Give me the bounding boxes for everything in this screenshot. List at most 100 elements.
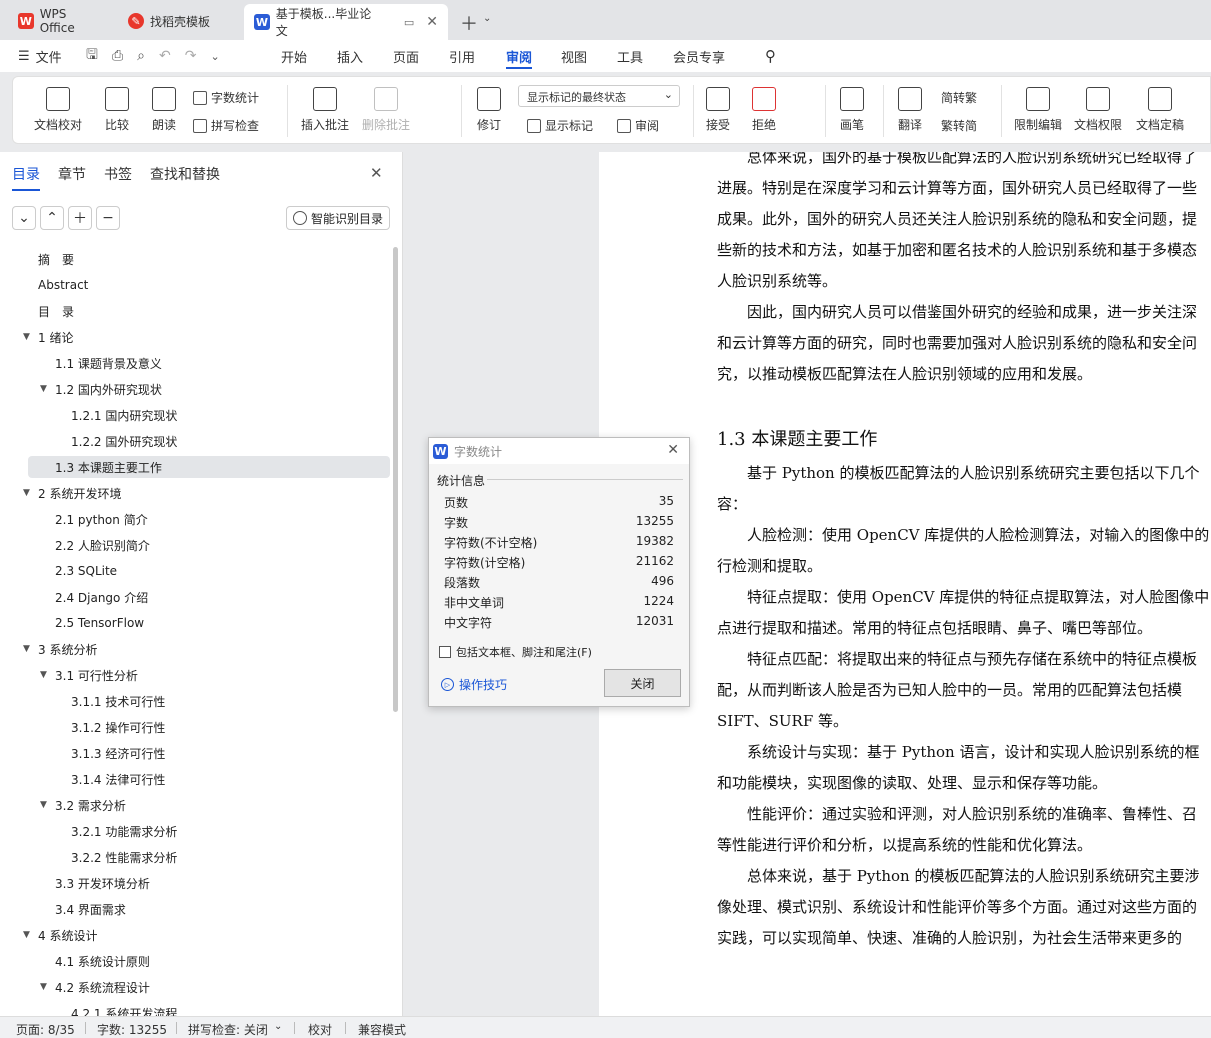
- output-icon[interactable]: ⎙: [112, 48, 123, 64]
- spell-check-status[interactable]: 拼写检查: 关闭: [188, 1021, 268, 1038]
- expand-arrow-icon[interactable]: ▼: [23, 332, 30, 342]
- delete-comment-button[interactable]: 删除批注: [359, 87, 413, 133]
- proofread-status[interactable]: 校对: [308, 1021, 332, 1038]
- dialog-titlebar[interactable]: W 字数统计 ✕: [429, 438, 689, 464]
- toc-item[interactable]: 目 录: [38, 300, 74, 322]
- menu-page[interactable]: 页面: [393, 40, 419, 72]
- restrict-edit-button[interactable]: 限制编辑: [1011, 87, 1065, 133]
- add-heading-button[interactable]: ＋: [68, 206, 92, 230]
- menu-start[interactable]: 开始: [281, 40, 307, 72]
- toc-item[interactable]: 摘 要: [38, 248, 74, 270]
- toc-item[interactable]: 4.2 系统流程设计: [55, 976, 150, 998]
- track-changes-button[interactable]: 修订: [471, 87, 507, 133]
- menu-view[interactable]: 视图: [561, 40, 587, 72]
- toc-item[interactable]: 1.2.2 国外研究现状: [71, 430, 177, 452]
- doc-finalize-button[interactable]: 文档定稿: [1133, 87, 1187, 133]
- file-menu[interactable]: ☰ 文件: [18, 40, 62, 72]
- print-preview-icon[interactable]: ⌕: [137, 48, 145, 64]
- tab-chapters[interactable]: 章节: [58, 164, 86, 184]
- smart-toc-button[interactable]: 智能识别目录: [286, 206, 390, 230]
- search-icon[interactable]: ⚲: [765, 40, 776, 72]
- expand-up-button[interactable]: ⌃: [40, 206, 64, 230]
- toc-scrollbar[interactable]: [393, 247, 398, 712]
- spell-check-button[interactable]: 拼写检查: [193, 117, 259, 134]
- toc-item[interactable]: 3 系统分析: [38, 638, 97, 660]
- toc-item[interactable]: 3.1 可行性分析: [55, 664, 138, 686]
- menu-member[interactable]: 会员专享: [673, 40, 725, 72]
- tab-list-chevron-icon[interactable]: ⌄: [483, 13, 491, 24]
- tab-bookmarks[interactable]: 书签: [104, 164, 132, 184]
- traditional-to-simplified-button[interactable]: 繁转简: [941, 117, 977, 134]
- accept-button[interactable]: 接受: [701, 87, 735, 133]
- expand-arrow-icon[interactable]: ▼: [40, 384, 47, 394]
- menu-insert[interactable]: 插入: [337, 40, 363, 72]
- toc-item[interactable]: 1.2.1 国内研究现状: [71, 404, 177, 426]
- toc-item[interactable]: 1.3 本课题主要工作: [28, 456, 390, 478]
- toc-item[interactable]: 2.3 SQLite: [55, 560, 117, 582]
- toc-item[interactable]: 2.5 TensorFlow: [55, 612, 144, 634]
- expand-arrow-icon[interactable]: ▼: [40, 800, 47, 810]
- toc-item[interactable]: 3.4 界面需求: [55, 898, 126, 920]
- expand-arrow-icon[interactable]: ▼: [23, 644, 30, 654]
- tab-document[interactable]: W 基于模板...毕业论文 ▭ ✕: [244, 4, 448, 40]
- toc-item[interactable]: 2.4 Django 介绍: [55, 586, 148, 608]
- toc-item[interactable]: 3.1.1 技术可行性: [71, 690, 165, 712]
- redo-icon[interactable]: ↷: [185, 48, 197, 64]
- markup-display-select[interactable]: 显示标记的最终状态 ⌄: [518, 85, 680, 107]
- insert-comment-button[interactable]: 插入批注: [299, 87, 351, 133]
- toc-item[interactable]: 2.1 python 简介: [55, 508, 148, 530]
- word-count-button[interactable]: 字数统计: [193, 89, 259, 106]
- undo-icon[interactable]: ↶: [159, 48, 171, 64]
- close-dialog-button[interactable]: 关闭: [604, 669, 681, 697]
- menu-tools[interactable]: 工具: [617, 40, 643, 72]
- toc-item[interactable]: 1 绪论: [38, 326, 73, 348]
- toc-item[interactable]: 3.2.1 功能需求分析: [71, 820, 177, 842]
- simplified-to-traditional-button[interactable]: 简转繁: [941, 89, 977, 106]
- toc-item[interactable]: 1.1 课题背景及意义: [55, 352, 162, 374]
- compare-button[interactable]: 比较: [97, 87, 137, 133]
- tab-toc[interactable]: 目录: [12, 164, 40, 191]
- new-tab-button[interactable]: ＋: [460, 10, 478, 36]
- toc-item[interactable]: 3.1.4 法律可行性: [71, 768, 165, 790]
- show-markup-button[interactable]: 显示标记: [527, 117, 593, 134]
- save-icon[interactable]: 🖫: [86, 44, 98, 68]
- toc-item[interactable]: 3.2.2 性能需求分析: [71, 846, 177, 868]
- checkbox-box[interactable]: [439, 646, 451, 658]
- close-pane-icon[interactable]: ✕: [370, 164, 383, 182]
- doc-permission-button[interactable]: 文档权限: [1071, 87, 1125, 133]
- restore-window-icon[interactable]: ▭: [404, 16, 414, 29]
- toc-item[interactable]: 2 系统开发环境: [38, 482, 121, 504]
- remove-heading-button[interactable]: −: [96, 206, 120, 230]
- chevron-down-icon[interactable]: ⌄: [274, 1021, 282, 1032]
- expand-arrow-icon[interactable]: ▼: [23, 488, 30, 498]
- word-count-status[interactable]: 字数: 13255: [97, 1021, 167, 1038]
- tips-link[interactable]: ▷ 操作技巧: [441, 676, 507, 693]
- menu-reference[interactable]: 引用: [449, 40, 475, 72]
- toc-item[interactable]: 3.1.2 操作可行性: [71, 716, 165, 738]
- expand-arrow-icon[interactable]: ▼: [23, 930, 30, 940]
- menu-review[interactable]: 审阅: [506, 40, 533, 72]
- tab-wps-office[interactable]: W WPS Office: [8, 6, 114, 36]
- toc-item[interactable]: 4.1 系统设计原则: [55, 950, 150, 972]
- toc-item[interactable]: 4 系统设计: [38, 924, 97, 946]
- read-aloud-button[interactable]: 朗读: [149, 87, 179, 133]
- page-indicator[interactable]: 页面: 8/35: [16, 1021, 75, 1038]
- toc-item[interactable]: Abstract: [38, 274, 88, 296]
- toc-item[interactable]: 3.3 开发环境分析: [55, 872, 150, 894]
- tab-find-replace[interactable]: 查找和替换: [150, 164, 220, 184]
- toc-item[interactable]: 2.2 人脸识别简介: [55, 534, 150, 556]
- collapse-all-button[interactable]: ⌄: [12, 206, 36, 230]
- include-textbox-checkbox[interactable]: 包括文本框、脚注和尾注(F): [439, 644, 592, 660]
- expand-arrow-icon[interactable]: ▼: [40, 982, 47, 992]
- more-chevron-icon[interactable]: ⌄: [210, 50, 219, 63]
- pen-button[interactable]: 画笔: [835, 87, 869, 133]
- review-pane-button[interactable]: 审阅: [617, 117, 659, 134]
- document-page[interactable]: 总体来说，国外的基于模板匹配算法的人脸识别系统研究已经取得了 进展。特别是在深度学…: [599, 152, 1211, 1016]
- reject-button[interactable]: 拒绝: [747, 87, 781, 133]
- toc-item[interactable]: 3.2 需求分析: [55, 794, 126, 816]
- doc-check-button[interactable]: 文档校对: [29, 87, 87, 133]
- close-tab-icon[interactable]: ✕: [426, 14, 438, 30]
- expand-arrow-icon[interactable]: ▼: [40, 670, 47, 680]
- dialog-close-icon[interactable]: ✕: [667, 442, 679, 458]
- toc-item[interactable]: 3.1.3 经济可行性: [71, 742, 165, 764]
